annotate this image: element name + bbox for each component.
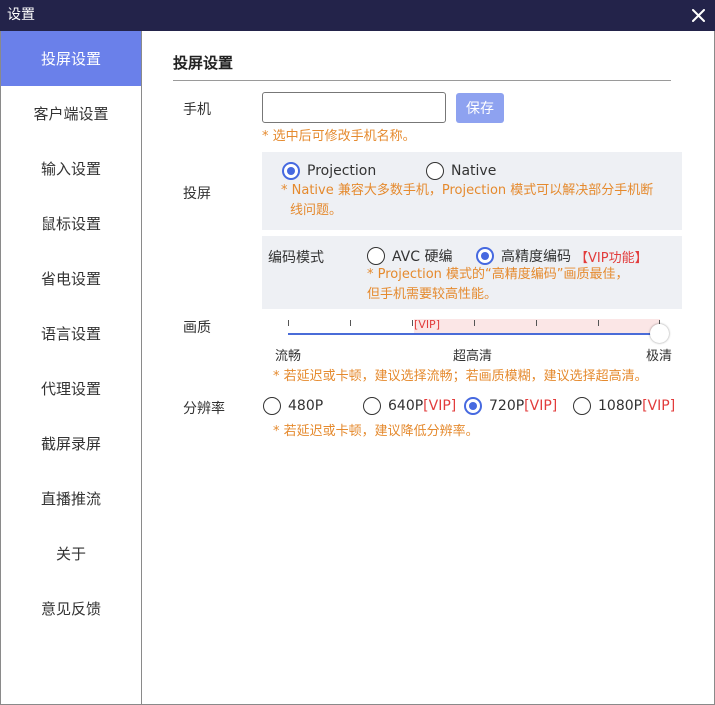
- sidebar-item-feedback[interactable]: 意见反馈: [1, 581, 141, 636]
- radio-480p[interactable]: 480P: [263, 397, 323, 415]
- quality-mark-extreme: 极清: [646, 349, 673, 364]
- radio-640p-dot: [363, 397, 381, 415]
- slider-vip-zone: [414, 319, 660, 333]
- slider-tick: [474, 320, 475, 326]
- sidebar-item-about[interactable]: 关于: [1, 526, 141, 581]
- slider-tick: [412, 320, 413, 326]
- quality-mark-ultra-hd: 超高清: [453, 349, 493, 364]
- phone-label: 手机: [183, 102, 211, 118]
- radio-projection[interactable]: Projection: [282, 162, 376, 180]
- encoding-label: 编码模式: [268, 250, 324, 266]
- projection-panel: Projection Native * Native 兼容大多数手机，Proje…: [262, 152, 682, 230]
- close-button[interactable]: [687, 4, 709, 26]
- radio-720p-vip-tag: [VIP]: [524, 398, 558, 414]
- sidebar-item-language[interactable]: 语言设置: [1, 306, 141, 361]
- radio-high-precision-dot: [476, 247, 494, 265]
- radio-640p-vip-tag: [VIP]: [423, 398, 457, 414]
- resolution-note: * 若延迟或卡顿，建议降低分辨率。: [273, 424, 479, 439]
- slider-tick: [288, 320, 289, 326]
- window-title: 设置: [7, 7, 35, 23]
- radio-720p-label: 720P: [489, 398, 525, 414]
- radio-640p[interactable]: 640P [VIP]: [363, 397, 456, 415]
- slider-tick: [350, 320, 351, 326]
- quality-slider-track[interactable]: [288, 333, 660, 335]
- radio-native-dot: [426, 162, 444, 180]
- quality-label: 画质: [183, 320, 211, 336]
- page-title: 投屏设置: [173, 54, 234, 72]
- radio-avc-hardware[interactable]: AVC 硬编: [367, 246, 452, 266]
- sidebar-item-proxy[interactable]: 代理设置: [1, 361, 141, 416]
- radio-480p-dot: [263, 397, 281, 415]
- title-bar: 设置: [0, 0, 715, 31]
- sidebar-item-power-saving[interactable]: 省电设置: [1, 251, 141, 306]
- projection-note-line2: 线问题。: [290, 203, 343, 218]
- save-button[interactable]: 保存: [456, 93, 504, 123]
- phone-name-input[interactable]: [262, 92, 446, 123]
- radio-high-precision-label: 高精度编码: [501, 249, 571, 265]
- radio-640p-label: 640P: [388, 398, 424, 414]
- slider-vip-tag: [VIP]: [414, 318, 440, 331]
- radio-1080p-dot: [573, 397, 591, 415]
- encoding-note-line2: 但手机需要较高性能。: [367, 287, 498, 302]
- resolution-label: 分辨率: [183, 401, 225, 417]
- radio-native-label: Native: [451, 163, 497, 179]
- radio-native[interactable]: Native: [426, 162, 496, 180]
- radio-1080p-label: 1080P: [598, 398, 643, 414]
- sidebar-item-screen-projection[interactable]: 投屏设置: [1, 31, 141, 86]
- radio-high-precision[interactable]: 高精度编码 【VIP功能】: [476, 246, 648, 266]
- radio-projection-dot: [282, 162, 300, 180]
- radio-1080p[interactable]: 1080P [VIP]: [573, 397, 675, 415]
- settings-content: 投屏设置 手机 保存 * 选中后可修改手机名称。 投屏 Projection N…: [142, 31, 714, 704]
- quality-mark-smooth: 流畅: [275, 349, 302, 364]
- projection-label: 投屏: [183, 186, 211, 202]
- phone-note: * 选中后可修改手机名称。: [262, 129, 416, 144]
- quality-slider-thumb[interactable]: [650, 324, 669, 343]
- radio-720p-dot: [464, 397, 482, 415]
- sidebar-item-input[interactable]: 输入设置: [1, 141, 141, 196]
- projection-note-line1: * Native 兼容大多数手机，Projection 模式可以解决部分手机断: [281, 183, 654, 198]
- sidebar-item-screenshot-record[interactable]: 截屏录屏: [1, 416, 141, 471]
- slider-tick: [598, 320, 599, 326]
- sidebar-item-live-stream[interactable]: 直播推流: [1, 471, 141, 526]
- radio-480p-label: 480P: [288, 398, 324, 414]
- sidebar-item-mouse[interactable]: 鼠标设置: [1, 196, 141, 251]
- radio-avc-dot: [367, 247, 385, 265]
- quality-note: * 若延迟或卡顿，建议选择流畅；若画质模糊，建议选择超高清。: [273, 369, 648, 384]
- title-divider: [173, 80, 671, 81]
- sidebar-item-client[interactable]: 客户端设置: [1, 86, 141, 141]
- radio-1080p-vip-tag: [VIP]: [642, 398, 676, 414]
- encoding-panel: 编码模式 AVC 硬编 高精度编码 【VIP功能】 * Projection 模…: [262, 236, 682, 309]
- vip-feature-tag: 【VIP功能】: [575, 250, 648, 266]
- encoding-note-line1: * Projection 模式的“高精度编码”画质最佳，: [367, 267, 629, 282]
- radio-720p[interactable]: 720P [VIP]: [464, 397, 557, 415]
- close-icon: [691, 8, 705, 22]
- radio-projection-label: Projection: [307, 163, 377, 179]
- slider-tick: [536, 320, 537, 326]
- radio-avc-label: AVC 硬编: [392, 249, 453, 265]
- sidebar: 投屏设置 客户端设置 输入设置 鼠标设置 省电设置 语言设置 代理设置 截屏录屏…: [1, 31, 142, 704]
